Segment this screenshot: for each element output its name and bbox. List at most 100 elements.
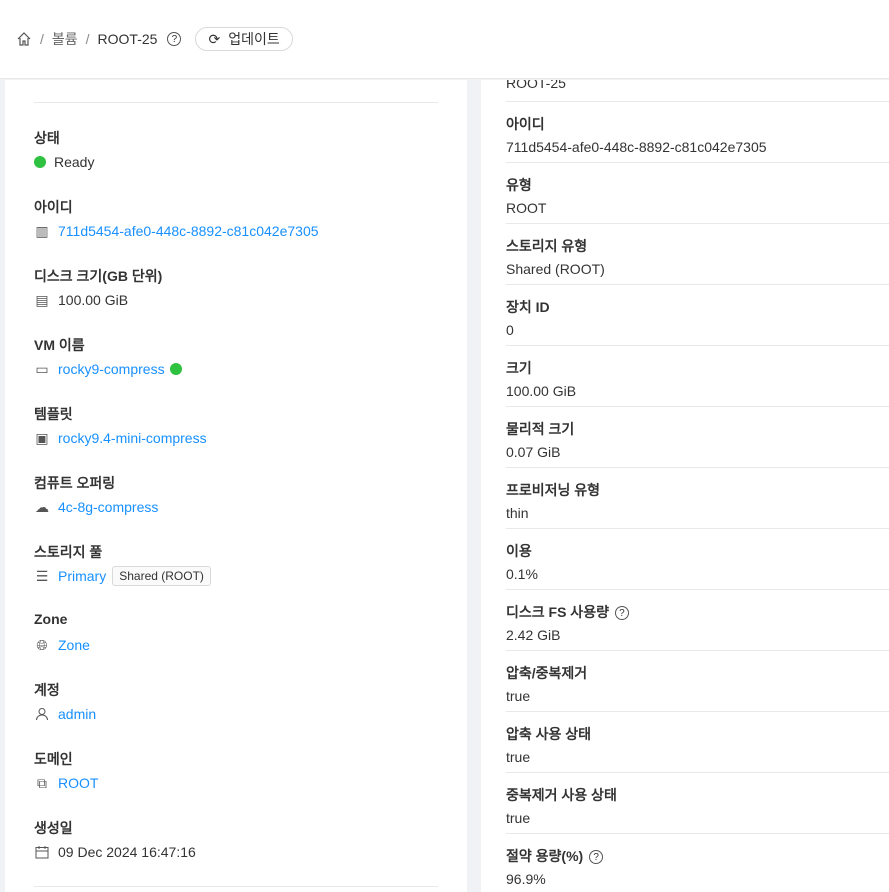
created-value: 09 Dec 2024 16:47:16 — [58, 844, 196, 860]
disk-size-value: 100.00 GiB — [58, 292, 129, 308]
detail-label: 아이디 — [506, 116, 545, 132]
field-label: Zone — [34, 611, 68, 627]
field-label: 상태 — [34, 130, 60, 146]
vm-link[interactable]: rocky9-compress — [58, 361, 165, 377]
divider — [34, 886, 438, 887]
help-icon[interactable]: ? — [167, 32, 182, 46]
field-label: 템플릿 — [34, 406, 73, 422]
detail-row: 크기 100.00 GiB — [506, 346, 889, 407]
detail-row: 장치 ID 0 — [506, 285, 889, 346]
detail-value: true — [506, 688, 531, 704]
detail-value: Shared (ROOT) — [506, 261, 605, 277]
detail-row: 중복제거 사용 상태 true — [506, 773, 889, 834]
help-icon[interactable]: ? — [614, 606, 629, 621]
detail-label: 압축 사용 상태 — [506, 726, 592, 742]
detail-row: 절약 용량(%)? 96.9% — [506, 834, 889, 892]
refresh-label: 업데이트 — [228, 31, 280, 47]
volume-details-card: ROOT-25 아이디 711d5454-afe0-448c-8892-c81c0… — [481, 80, 889, 892]
detail-label: 압축/중복제거 — [506, 665, 588, 681]
detail-label: 디스크 FS 사용량 — [506, 604, 609, 620]
vm-field: VM 이름 ▭ rocky9-compress — [34, 335, 182, 380]
globe-icon: 🌐︎ — [36, 636, 48, 653]
status-value: Ready — [54, 154, 95, 170]
created-field: 생성일 09 Dec 2024 16:47:16 — [34, 818, 196, 863]
offering-field: 컴퓨트 오퍼링 ☁ 4c-8g-compress — [34, 473, 158, 518]
detail-value: 100.00 GiB — [506, 383, 577, 399]
home-icon[interactable] — [16, 31, 32, 47]
detail-value: ROOT — [506, 200, 547, 216]
pool-link[interactable]: Primary — [58, 568, 106, 584]
detail-value: thin — [506, 505, 529, 521]
detail-label: 절약 용량(%) — [506, 848, 584, 864]
desktop-icon: ▭ — [35, 360, 49, 377]
template-field: 템플릿 ▣ rocky9.4-mini-compress — [34, 404, 207, 449]
storage-pool-field: 스토리지 풀 ☰ Primary Shared (ROOT) — [34, 542, 211, 587]
domain-field: 도메인 ⧉ ROOT — [34, 749, 98, 794]
barcode-icon[interactable]: ▥ — [34, 223, 50, 239]
detail-row: 유형 ROOT — [506, 163, 889, 224]
divider — [34, 102, 438, 103]
field-label: 계정 — [34, 682, 60, 698]
state-field: 상태 Ready — [34, 128, 94, 173]
account-field: 계정 admin — [34, 680, 96, 725]
field-label: VM 이름 — [34, 337, 85, 353]
detail-value: true — [506, 749, 531, 765]
database-icon: ☰ — [35, 567, 49, 584]
detail-row: 스토리지 유형 Shared (ROOT) — [506, 224, 889, 285]
detail-label: 중복제거 사용 상태 — [506, 787, 617, 803]
detail-value: 0.07 GiB — [506, 444, 561, 460]
field-label: 컴퓨트 오퍼링 — [34, 475, 116, 491]
field-label: 스토리지 풀 — [34, 544, 103, 560]
page-header: / 볼륨 / ROOT-25 ? ⟳ 업데이트 — [0, 0, 889, 79]
breadcrumb-separator: / — [85, 31, 90, 47]
pool-type-tag: Shared (ROOT) — [112, 566, 211, 586]
breadcrumb-volumes[interactable]: 볼륨 — [52, 29, 78, 49]
detail-row: 압축/중복제거 true — [506, 651, 889, 712]
calendar-icon — [34, 844, 50, 860]
detail-value: 711d5454-afe0-448c-8892-c81c042e7305 — [506, 139, 767, 155]
detail-row: 디스크 FS 사용량? 2.42 GiB — [506, 590, 889, 651]
zone-link[interactable]: Zone — [58, 637, 90, 653]
hdd-icon: ▤ — [35, 291, 49, 308]
detail-row: 아이디 711d5454-afe0-448c-8892-c81c042e7305 — [506, 102, 889, 163]
field-label: 디스크 크기(GB 단위) — [34, 268, 163, 284]
zone-field: Zone 🌐︎ Zone — [34, 611, 90, 656]
name-value: ROOT-25 — [506, 80, 889, 102]
detail-row: 물리적 크기 0.07 GiB — [506, 407, 889, 468]
detail-label: 크기 — [506, 360, 532, 376]
refresh-icon: ⟳ — [208, 30, 221, 47]
help-icon[interactable]: ? — [589, 850, 604, 865]
detail-row: 프로비저닝 유형 thin — [506, 468, 889, 529]
breadcrumb-current: ROOT-25 — [97, 31, 158, 47]
id-field: 아이디 ▥ 711d5454-afe0-448c-8892-c81c042e7305 — [34, 197, 319, 242]
detail-row: 압축 사용 상태 true — [506, 712, 889, 773]
detail-label: 이용 — [506, 543, 532, 559]
detail-label: 물리적 크기 — [506, 421, 575, 437]
cloud-icon: ☁ — [35, 498, 49, 515]
detail-label: 스토리지 유형 — [506, 238, 588, 254]
disk-size-field: 디스크 크기(GB 단위) ▤ 100.00 GiB — [34, 266, 162, 311]
field-label: 아이디 — [34, 199, 73, 215]
block-icon: ⧉ — [37, 774, 47, 791]
detail-value: 0 — [506, 322, 514, 338]
detail-row: 이용 0.1% — [506, 529, 889, 590]
detail-value: 2.42 GiB — [506, 627, 561, 643]
template-link[interactable]: rocky9.4-mini-compress — [58, 430, 207, 446]
field-label: 도메인 — [34, 751, 73, 767]
detail-label: 유형 — [506, 177, 532, 193]
detail-value: 96.9% — [506, 871, 546, 887]
vm-status-dot-icon — [169, 363, 182, 375]
detail-label: 장치 ID — [506, 299, 550, 315]
status-dot-icon — [34, 156, 46, 168]
breadcrumb-separator: / — [40, 31, 44, 47]
detail-value: 0.1% — [506, 566, 538, 582]
user-icon — [34, 706, 50, 722]
domain-link[interactable]: ROOT — [58, 775, 98, 791]
save-icon: ▣ — [35, 429, 49, 446]
offering-link[interactable]: 4c-8g-compress — [58, 499, 158, 515]
account-link[interactable]: admin — [58, 706, 96, 722]
refresh-button[interactable]: ⟳ 업데이트 — [195, 27, 293, 51]
field-label: 생성일 — [34, 820, 73, 836]
detail-value: true — [506, 810, 531, 826]
id-link[interactable]: 711d5454-afe0-448c-8892-c81c042e7305 — [58, 223, 319, 239]
